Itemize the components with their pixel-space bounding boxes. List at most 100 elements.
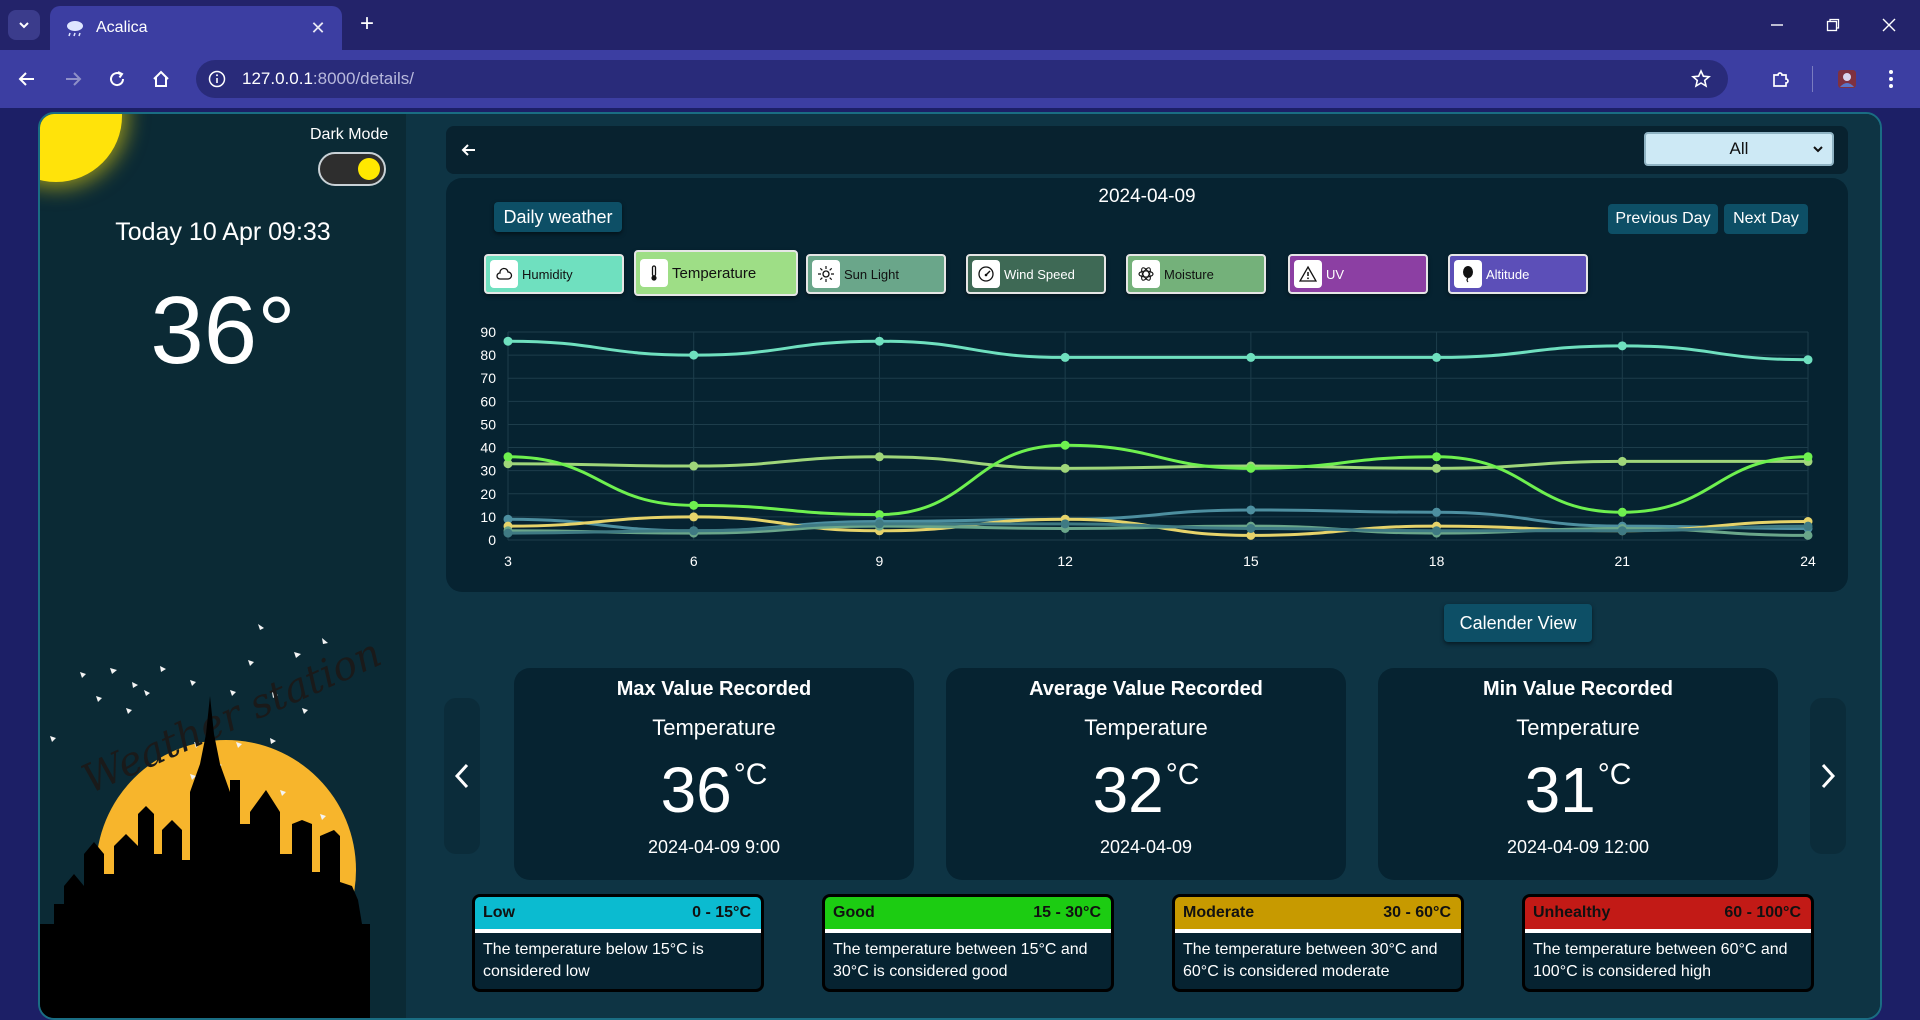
carousel-prev-button[interactable]: [444, 698, 480, 854]
series-point: [503, 452, 513, 462]
dark-mode-label: Dark Mode: [310, 126, 389, 143]
browser-tab[interactable]: Acalica ✕: [50, 6, 342, 50]
stat-value: 32°C: [946, 753, 1346, 826]
y-tick-label: 90: [480, 324, 496, 340]
range-level: Good: [833, 904, 875, 921]
bookmark-star-icon[interactable]: [1688, 66, 1714, 92]
stat-date: 2024-04-09 9:00: [647, 837, 781, 857]
series-point: [689, 526, 699, 536]
forward-icon[interactable]: [56, 62, 90, 96]
stat-unit: °C: [1165, 758, 1200, 791]
series-point: [874, 336, 884, 346]
window-close-icon[interactable]: [1866, 8, 1912, 42]
range-description: The temperature between 15°C and 30°C is…: [833, 941, 1088, 980]
x-tick-label: 21: [1614, 553, 1630, 569]
stat-value: 36°C: [514, 753, 914, 826]
range-card-unhealthy: Unhealthy 60 - 100°C The temperature betw…: [1522, 894, 1814, 992]
series-line-2: [507, 443, 1809, 517]
sidebar: Dark Mode Today 10 Apr 09:33 36° Weather…: [40, 114, 406, 1018]
profile-avatar[interactable]: [1830, 62, 1864, 96]
series-point: [1803, 521, 1813, 531]
browser-toolbar: 127.0.0.1:8000/details/: [0, 50, 1920, 108]
average-value-card: Average Value Recorded Temperature 32°C …: [946, 668, 1346, 880]
series-point: [1060, 463, 1070, 473]
weather-station-logo: Weather station: [40, 624, 388, 1018]
y-tick-label: 60: [480, 393, 496, 409]
url-host: 127.0.0.1: [242, 69, 313, 88]
series-point: [1617, 341, 1627, 351]
series-point: [1617, 507, 1627, 517]
chevron-down-icon: [1813, 146, 1823, 153]
stat-metric: Temperature: [1516, 715, 1640, 740]
calendar-view-button[interactable]: Calender View: [1444, 604, 1592, 642]
range-values: 60 - 100°C: [1724, 904, 1801, 921]
range-header: Good 15 - 30°C: [825, 897, 1111, 933]
x-tick-label: 12: [1057, 553, 1073, 569]
rain-cloud-icon: [64, 17, 86, 39]
range-card-low: Low 0 - 15°C The temperature below 15°C i…: [472, 894, 764, 992]
range-card-good: Good 15 - 30°C The temperature between 15…: [822, 894, 1114, 992]
series-point: [689, 500, 699, 510]
x-tick-label: 9: [876, 553, 884, 569]
series-point: [1432, 352, 1442, 362]
new-tab-button[interactable]: +: [352, 10, 382, 40]
close-icon[interactable]: ✕: [308, 18, 328, 39]
restore-icon[interactable]: [1810, 8, 1856, 42]
range-header: Moderate 30 - 60°C: [1175, 897, 1461, 933]
carousel-next-button[interactable]: [1810, 698, 1846, 854]
dark-mode-toggle[interactable]: [318, 152, 386, 186]
series-point: [1803, 355, 1813, 365]
series-point: [1803, 530, 1813, 540]
chevron-down-icon: [19, 22, 29, 29]
series-line-0: [507, 339, 1809, 362]
url-text: 127.0.0.1:8000/details/: [242, 69, 414, 89]
x-tick-label: 24: [1800, 553, 1816, 569]
stat-date: 2024-04-09 12:00: [1506, 837, 1650, 857]
stat-number: 36: [660, 754, 732, 826]
browser-tabstrip: Acalica ✕ +: [0, 0, 1920, 50]
range-values: 30 - 60°C: [1383, 904, 1451, 921]
range-level: Moderate: [1183, 904, 1255, 921]
series-point: [1432, 463, 1442, 473]
series-point: [689, 461, 699, 471]
tab-title: Acalica: [96, 19, 148, 36]
site-info-icon[interactable]: [200, 62, 234, 96]
series-point: [1246, 505, 1256, 515]
minimize-icon[interactable]: [1754, 8, 1800, 42]
series-point: [1060, 519, 1070, 529]
y-tick-label: 80: [480, 347, 496, 363]
series-point: [874, 452, 884, 462]
range-header: Low 0 - 15°C: [475, 897, 761, 933]
stat-date: 2024-04-09: [1099, 837, 1193, 857]
back-arrow-icon[interactable]: [454, 135, 484, 165]
stat-unit: °C: [1597, 758, 1632, 791]
stat-unit: °C: [733, 758, 768, 791]
series-point: [1803, 452, 1813, 462]
range-values: 0 - 15°C: [692, 904, 751, 921]
home-icon[interactable]: [144, 62, 178, 96]
stat-metric: Temperature: [1084, 715, 1208, 740]
metric-filter-select[interactable]: All: [1644, 132, 1834, 166]
stat-title: Average Value Recorded: [1029, 678, 1263, 700]
address-bar[interactable]: 127.0.0.1:8000/details/: [196, 60, 1728, 98]
stat-value: 31°C: [1378, 753, 1778, 826]
tab-search-button[interactable]: [8, 10, 40, 40]
series-point: [1617, 526, 1627, 536]
extensions-puzzle-icon[interactable]: [1764, 62, 1798, 96]
x-tick-label: 3: [504, 553, 512, 569]
series-line-1: [507, 455, 1808, 470]
url-path: :8000/details/: [312, 69, 415, 88]
stat-title: Min Value Recorded: [1482, 678, 1674, 700]
reload-icon[interactable]: [100, 62, 134, 96]
y-tick-label: 0: [488, 532, 496, 548]
series-point: [1432, 526, 1442, 536]
y-tick-label: 10: [480, 509, 496, 525]
series-point: [503, 336, 513, 346]
series-point: [1432, 452, 1442, 462]
series-point: [874, 519, 884, 529]
back-icon[interactable]: [10, 62, 44, 96]
more-menu-icon[interactable]: [1874, 62, 1908, 96]
series-point: [689, 350, 699, 360]
range-values: 15 - 30°C: [1033, 904, 1101, 921]
min-value-card: Min Value Recorded Temperature 31°C 2024…: [1378, 668, 1778, 880]
